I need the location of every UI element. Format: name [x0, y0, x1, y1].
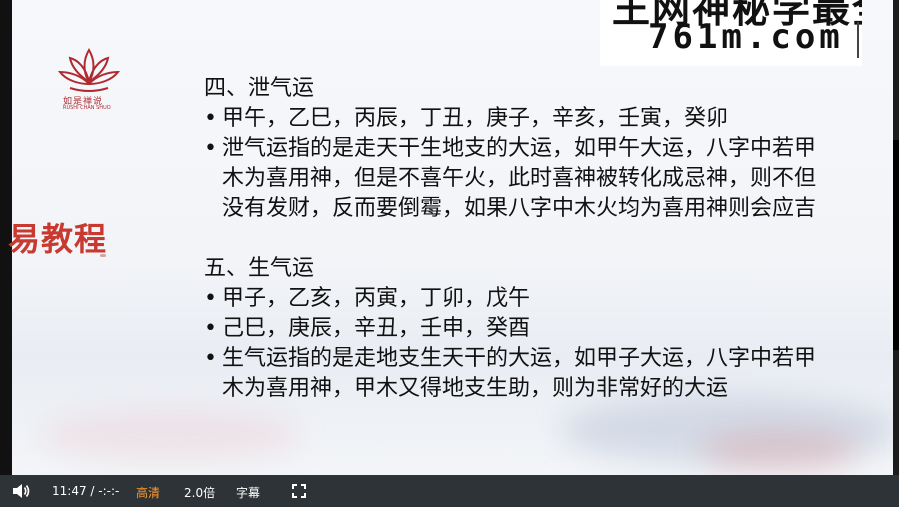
- video-right-marker: [893, 140, 899, 350]
- playback-time: 11:47 / -:-:-: [52, 484, 120, 498]
- side-title-tail: [100, 254, 106, 257]
- player-control-bar: 11:47 / -:-:- 高清 2.0倍 字幕: [0, 475, 899, 507]
- fullscreen-icon[interactable]: [292, 484, 306, 498]
- side-title: 易教程: [8, 220, 108, 258]
- subtitle-button[interactable]: 字幕: [236, 484, 260, 501]
- bullet-item: 甲子，乙亥，丙寅，丁卯，戊午: [204, 284, 824, 314]
- bullet-item: 生气运指的是走地支生天干的大运，如甲子大运，八字中若甲木为喜用神，甲木又得地支生…: [204, 344, 824, 404]
- volume-icon[interactable]: [11, 482, 31, 500]
- watermark-divider: [857, 22, 859, 58]
- watermark-url: 761m.com: [648, 17, 844, 57]
- speed-button[interactable]: 2.0倍: [184, 484, 215, 501]
- section-heading: 四、泄气运: [204, 76, 315, 101]
- bullet-item: 泄气运指的是走天干生地支的大运，如甲午大运，八字中若甲木为喜用神，但是不喜午火，…: [204, 134, 824, 224]
- bullet-item: 甲午，乙巳，丙辰，丁丑，庚子，辛亥，壬寅，癸卯: [204, 104, 824, 134]
- section-heading: 五、生气运: [204, 256, 315, 281]
- quality-button[interactable]: 高清: [136, 484, 160, 501]
- bullet-item: 己巳，庚辰，辛丑，壬申，癸酉: [204, 314, 824, 344]
- background-blur-shape: [700, 430, 860, 470]
- logo-subtext: RUSHI CHAN SHUO: [63, 105, 111, 111]
- video-frame[interactable]: 如是禅说 RUSHI CHAN SHUO 易教程 王网神秘学最全 761m.co…: [0, 0, 899, 475]
- watermark: 王网神秘学最全 761m.com: [600, 0, 862, 66]
- slide-content: 四、泄气运 甲午，乙巳，丙辰，丁丑，庚子，辛亥，壬寅，癸卯 泄气运指的是走天干生…: [204, 74, 824, 404]
- background-blur-shape: [40, 410, 300, 460]
